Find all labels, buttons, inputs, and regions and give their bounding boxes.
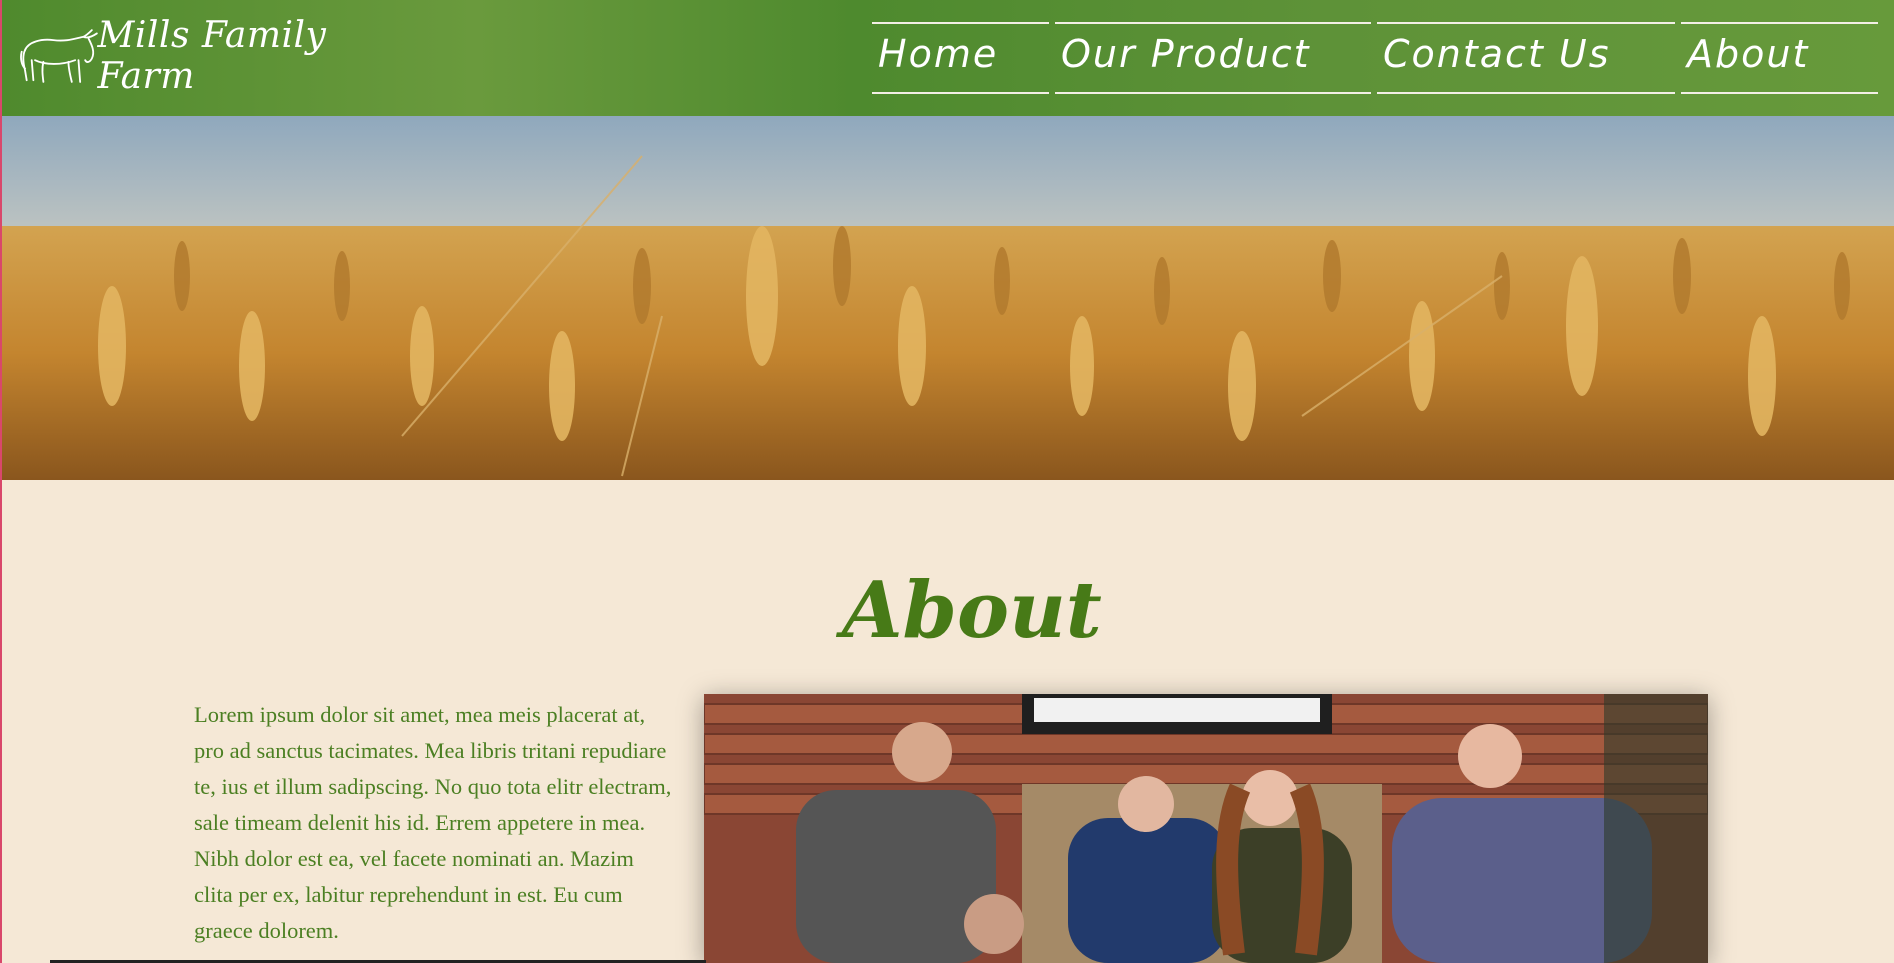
main-nav: Home Our Product Contact Us About <box>872 22 1884 94</box>
about-body-text: Lorem ipsum dolor sit amet, mea meis pla… <box>194 702 672 943</box>
family-group-photo <box>704 694 1708 963</box>
hero-wheat-image <box>2 116 1894 480</box>
wheat-field-illustration <box>2 116 1894 480</box>
logo-text: Mills Family Farm <box>97 14 327 97</box>
nav-home[interactable]: Home <box>872 22 1049 94</box>
logo[interactable]: Mills Family Farm <box>20 15 380 97</box>
nav-about[interactable]: About <box>1681 22 1878 94</box>
page-title: About <box>842 565 1102 656</box>
nav-contact-us[interactable]: Contact Us <box>1377 22 1675 94</box>
site-header: Mills Family Farm Home Our Product Conta… <box>2 0 1894 116</box>
nav-our-product[interactable]: Our Product <box>1055 22 1371 94</box>
cow-icon <box>20 28 98 83</box>
family-photo-illustration <box>704 694 1708 963</box>
